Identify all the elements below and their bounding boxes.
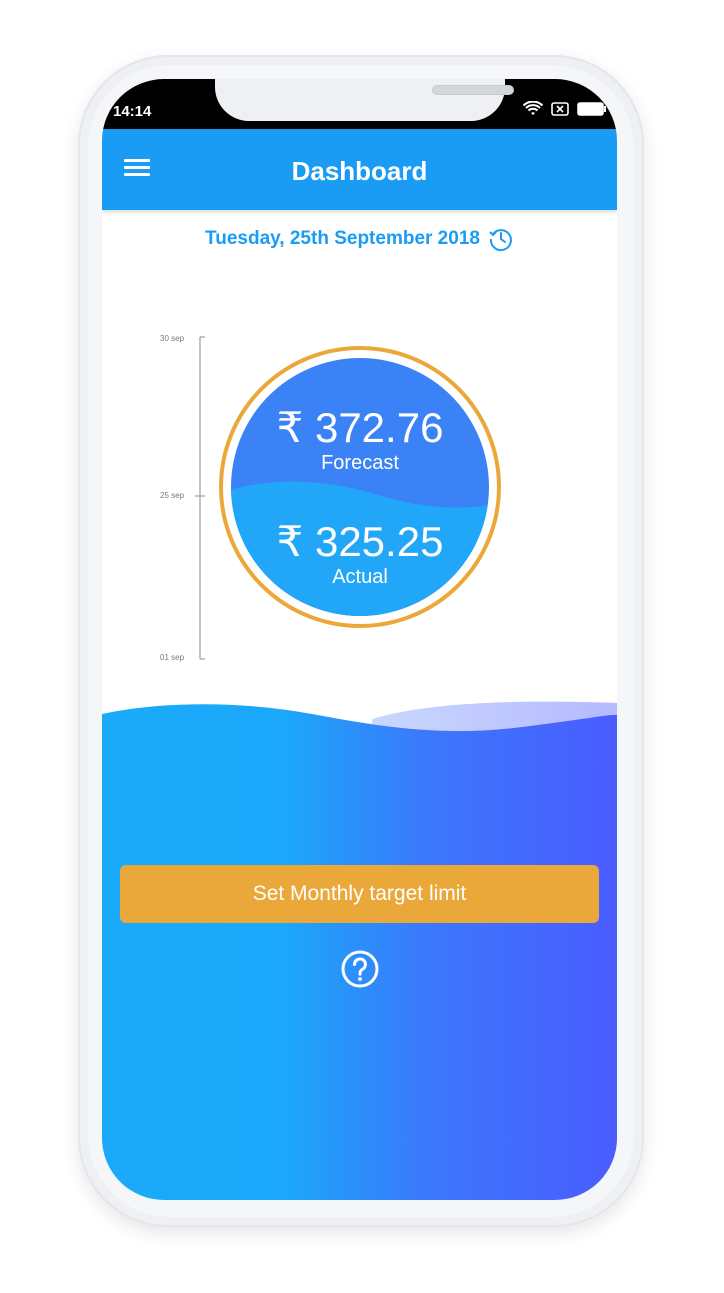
actual-value: 325.25 <box>314 518 444 565</box>
forecast-value: 372.76 <box>314 404 444 451</box>
forecast-block: ₹ 372.76 Forecast <box>218 403 502 475</box>
notch <box>215 79 514 121</box>
wifi-icon <box>523 101 543 115</box>
wave-background <box>102 701 617 1200</box>
actual-label: Actual <box>332 566 388 588</box>
set-target-button[interactable]: Set Monthly target limit <box>120 865 599 923</box>
app-bar: Dashboard <box>102 129 617 210</box>
month-timeline: 30 sep 25 sep 01 sep <box>102 329 232 669</box>
forecast-label: Forecast <box>321 452 399 474</box>
current-date: Tuesday, 25th September 2018 <box>205 228 480 249</box>
forecast-currency: ₹ <box>276 404 304 451</box>
help-circle-icon[interactable] <box>340 949 380 989</box>
forecast-amount: ₹ 372.76 <box>218 403 502 452</box>
timeline-label-start: 01 sep <box>160 653 185 662</box>
actual-amount: ₹ 325.25 <box>218 517 502 566</box>
battery-icon <box>577 102 606 116</box>
status-icons <box>523 101 607 117</box>
no-sim-icon <box>551 102 569 116</box>
status-time: 14:14 <box>113 103 152 120</box>
actual-currency: ₹ <box>276 518 304 565</box>
actual-block: ₹ 325.25 Actual <box>218 517 502 589</box>
page-title: Dashboard <box>291 156 428 186</box>
budget-gauge: ₹ 372.76 Forecast ₹ 325.25 Actual <box>218 345 502 629</box>
date-row: Tuesday, 25th September 2018 <box>102 226 617 252</box>
history-clock-icon[interactable] <box>488 226 514 252</box>
timeline-label-current: 25 sep <box>160 491 185 500</box>
timeline-label-end: 30 sep <box>160 334 185 343</box>
speaker-grille <box>432 85 514 95</box>
app-screen: 14:14 Dashboard Tuesday, 25th September … <box>102 79 617 1200</box>
